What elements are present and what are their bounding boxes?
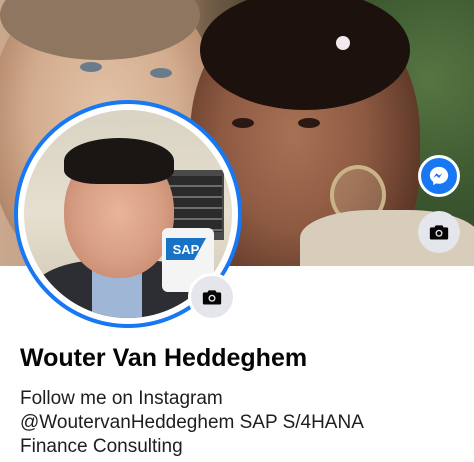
edit-cover-photo-button[interactable]	[418, 211, 460, 253]
cover-eye	[150, 68, 172, 78]
bio-line: Finance Consulting	[20, 436, 183, 457]
bio-line: @WoutervanHeddeghem SAP S/4HANA	[20, 412, 364, 433]
messenger-button[interactable]	[418, 155, 460, 197]
edit-profile-picture-button[interactable]	[188, 273, 236, 321]
avatar-hair	[64, 138, 174, 184]
cover-eye	[80, 62, 102, 72]
cover-eye	[298, 118, 320, 128]
camera-icon	[202, 288, 222, 306]
camera-icon	[429, 223, 449, 241]
profile-bio: Follow me on Instagram @WoutervanHeddegh…	[20, 387, 470, 459]
cover-eye	[232, 118, 254, 128]
messenger-icon	[428, 165, 450, 187]
bio-line: Follow me on Instagram	[20, 388, 223, 409]
hair-flower	[336, 36, 350, 50]
profile-name: Wouter Van Heddeghem	[20, 344, 308, 372]
